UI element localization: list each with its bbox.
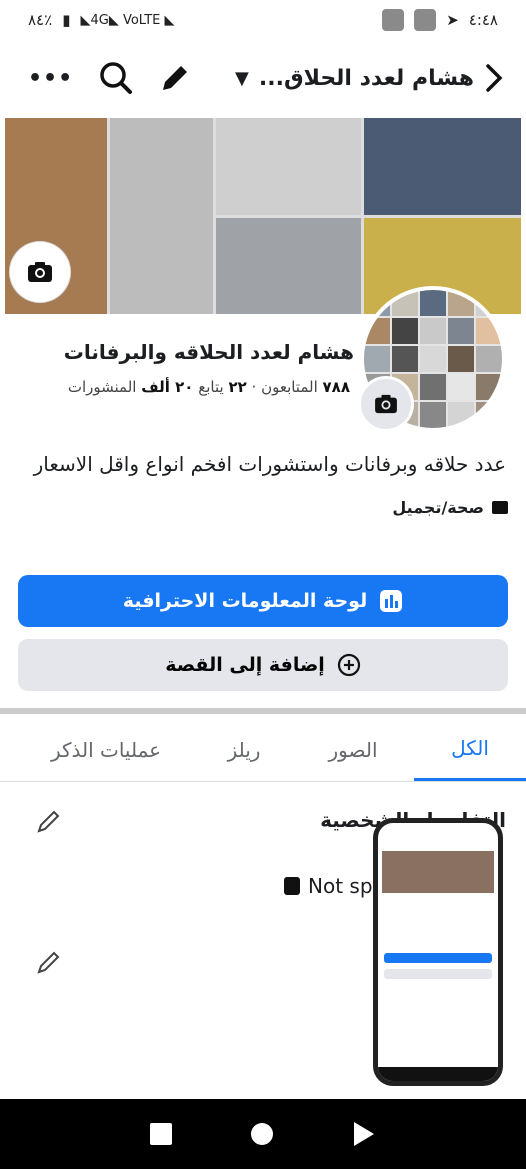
app-notification-icon-2 (414, 9, 437, 31)
more-icon[interactable]: ••• (28, 66, 73, 91)
add-to-story-label: إضافة إلى القصة (165, 654, 325, 676)
status-bar: ٨٤٪ ▮ ◣4G◣ VoLTE ◣ ➤ ٤:٤٨ (0, 0, 526, 40)
professional-dashboard-button[interactable]: لوحة المعلومات الاحترافية (18, 575, 508, 627)
page-title: هشام لعدد الحلاق... (258, 65, 474, 91)
following-label[interactable]: يتابع (198, 378, 223, 396)
add-circle-icon (337, 653, 360, 677)
floating-screen-preview[interactable] (373, 818, 503, 1086)
tab-reels[interactable]: ريلز (196, 718, 292, 781)
not-specified-row: Not sp (284, 874, 373, 898)
section-divider (0, 708, 526, 714)
top-bar: ••• ▼ هشام لعدد الحلاق... (0, 52, 526, 104)
camera-icon (375, 394, 397, 414)
tab-all[interactable]: الكل (414, 718, 526, 781)
lock-icon (284, 877, 300, 895)
signal-icon: ◣4G◣ VoLTE ◣ (80, 12, 175, 28)
pencil-icon[interactable] (36, 949, 62, 975)
followers-label[interactable]: المتابعون (261, 378, 318, 396)
battery-icon: ▮ (62, 11, 71, 29)
not-specified-text: Not sp (308, 874, 373, 898)
cover-tile (110, 118, 213, 314)
edit-cover-camera-button[interactable] (10, 242, 70, 302)
preview-cover (382, 851, 494, 893)
telegram-icon: ➤ (446, 11, 459, 29)
recent-apps-icon[interactable] (149, 1123, 172, 1145)
profile-bio: عدد حلاقه وبرفانات واستشورات افخم انواع … (33, 452, 506, 476)
followers-count[interactable]: ٧٨٨ (323, 378, 350, 396)
profile-tabs: الكل الصور ريلز عمليات الذكر (0, 718, 526, 782)
preview-nav-bar (378, 1067, 498, 1081)
clock: ٤:٤٨ (468, 11, 498, 29)
category-icon (492, 501, 508, 514)
professional-dashboard-label: لوحة المعلومات الاحترافية (122, 590, 368, 612)
edit-icon[interactable] (159, 62, 191, 94)
dropdown-icon[interactable]: ▼ (235, 68, 249, 89)
cover-tile (216, 118, 361, 215)
following-count[interactable]: ٢٢ (228, 378, 246, 396)
app-notification-icon (382, 9, 405, 31)
cover-tile (216, 217, 361, 314)
cover-tile (364, 118, 521, 215)
cover-photo[interactable] (5, 118, 521, 314)
dashboard-icon (380, 590, 403, 612)
tab-mentions[interactable]: عمليات الذكر (16, 718, 196, 781)
add-to-story-button[interactable]: إضافة إلى القصة (18, 639, 508, 691)
back-icon[interactable] (352, 1121, 376, 1147)
profile-stats: ٧٨٨ المتابعون · ٢٢ يتابع ٢٠ ألف المنشورا… (67, 378, 350, 396)
edit-avatar-camera-button[interactable] (358, 376, 414, 432)
battery-text: ٨٤٪ (28, 11, 53, 29)
system-nav-bar (0, 1099, 526, 1169)
preview-primary-button (384, 953, 492, 963)
search-icon[interactable] (99, 61, 133, 95)
profile-category: صحة/تجميل (392, 498, 508, 517)
profile-name: هشام لعدد الحلاقه والبرفانات (63, 340, 354, 364)
preview-secondary-button (384, 969, 492, 979)
camera-icon (28, 262, 52, 282)
pencil-icon[interactable] (36, 808, 62, 834)
posts-label: المنشورات (67, 378, 137, 396)
back-arrow-icon[interactable] (484, 63, 504, 93)
category-label: صحة/تجميل (392, 498, 484, 517)
posts-count: ٢٠ ألف (141, 378, 194, 396)
home-icon[interactable] (250, 1123, 273, 1145)
tab-photos[interactable]: الصور (292, 718, 414, 781)
